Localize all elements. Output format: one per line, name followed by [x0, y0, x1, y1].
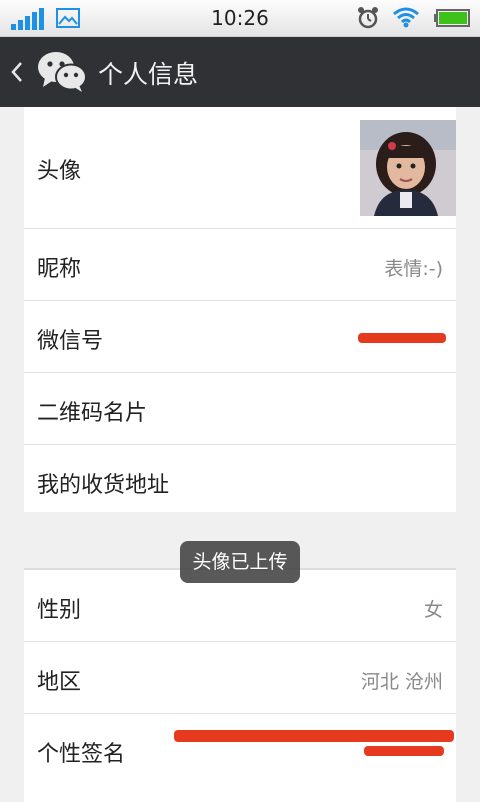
wechat-id-redaction	[358, 333, 446, 343]
battery-icon	[434, 9, 470, 27]
details-card: 性别 女 地区 河北 沧州 个性签名	[24, 568, 456, 802]
avatar-photo	[360, 120, 456, 216]
nickname-label: 昵称	[37, 257, 82, 282]
address-label: 我的收货地址	[37, 473, 170, 498]
status-bar: 10:26	[0, 0, 480, 37]
profile-content: 头像 昵称 表情:-) 微信号 二维码名片 我的收货地址 性别 女 地区 河北 …	[0, 107, 480, 802]
qrcode-row[interactable]: 二维码名片	[24, 373, 456, 445]
wechat-id-label: 微信号	[37, 329, 104, 354]
page-title: 个人信息	[98, 60, 199, 89]
region-label: 地区	[37, 670, 82, 695]
avatar[interactable]	[360, 120, 456, 216]
signature-redaction-2	[364, 746, 444, 756]
region-value: 河北 沧州	[360, 671, 443, 693]
profile-card: 头像 昵称 表情:-) 微信号 二维码名片 我的收货地址	[24, 107, 456, 512]
chevron-left-icon[interactable]	[10, 59, 24, 85]
avatar-row[interactable]: 头像	[24, 107, 456, 229]
signature-row[interactable]: 个性签名	[24, 714, 456, 802]
wechat-logo-icon	[38, 52, 87, 92]
avatar-label: 头像	[37, 159, 82, 184]
qrcode-label: 二维码名片	[37, 401, 148, 426]
alarm-icon	[358, 7, 378, 29]
header-bar: 个人信息	[0, 37, 480, 107]
signature-label: 个性签名	[37, 742, 126, 767]
gender-value: 女	[423, 599, 443, 621]
address-row[interactable]: 我的收货地址	[24, 445, 456, 512]
baidu-watermark: Bai经验	[362, 642, 427, 662]
wifi-icon	[393, 7, 419, 28]
nickname-row[interactable]: 昵称 表情:-)	[24, 229, 456, 301]
signature-redaction	[174, 730, 454, 742]
nickname-value: 表情:-)	[384, 258, 443, 280]
gender-label: 性别	[37, 598, 82, 623]
wechat-id-row[interactable]: 微信号	[24, 301, 456, 373]
toast-avatar-uploaded: 头像已上传	[180, 541, 300, 583]
